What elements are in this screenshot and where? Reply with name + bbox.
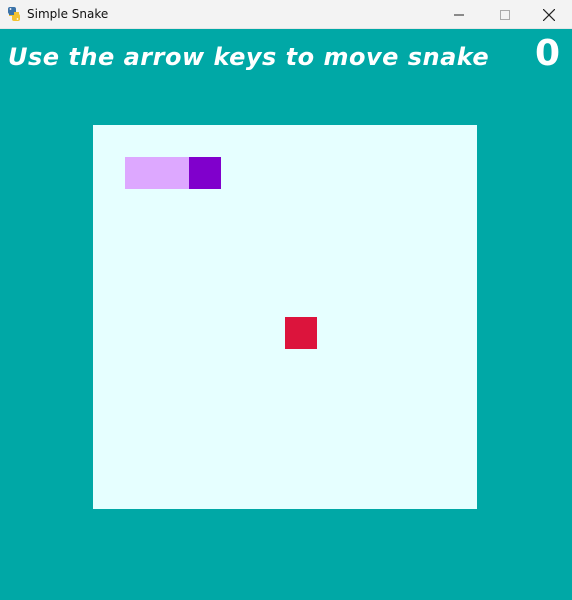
- game-canvas[interactable]: Use the arrow keys to move snake 0: [0, 29, 572, 600]
- snake-body-segment: [125, 157, 157, 189]
- window-titlebar[interactable]: Simple Snake: [0, 0, 572, 29]
- snake-body-segment: [157, 157, 189, 189]
- food-item: [285, 317, 317, 349]
- python-icon: [6, 6, 22, 22]
- minimize-icon: [454, 10, 464, 20]
- maximize-button[interactable]: [482, 0, 528, 29]
- window-title: Simple Snake: [27, 7, 109, 21]
- close-button[interactable]: [526, 0, 572, 29]
- minimize-button[interactable]: [436, 0, 482, 29]
- maximize-icon: [500, 9, 510, 20]
- instructions-text: Use the arrow keys to move snake: [8, 43, 490, 71]
- snake-head: [189, 157, 221, 189]
- game-board: [93, 125, 477, 509]
- close-icon: [543, 8, 555, 21]
- score-display: 0: [534, 33, 560, 74]
